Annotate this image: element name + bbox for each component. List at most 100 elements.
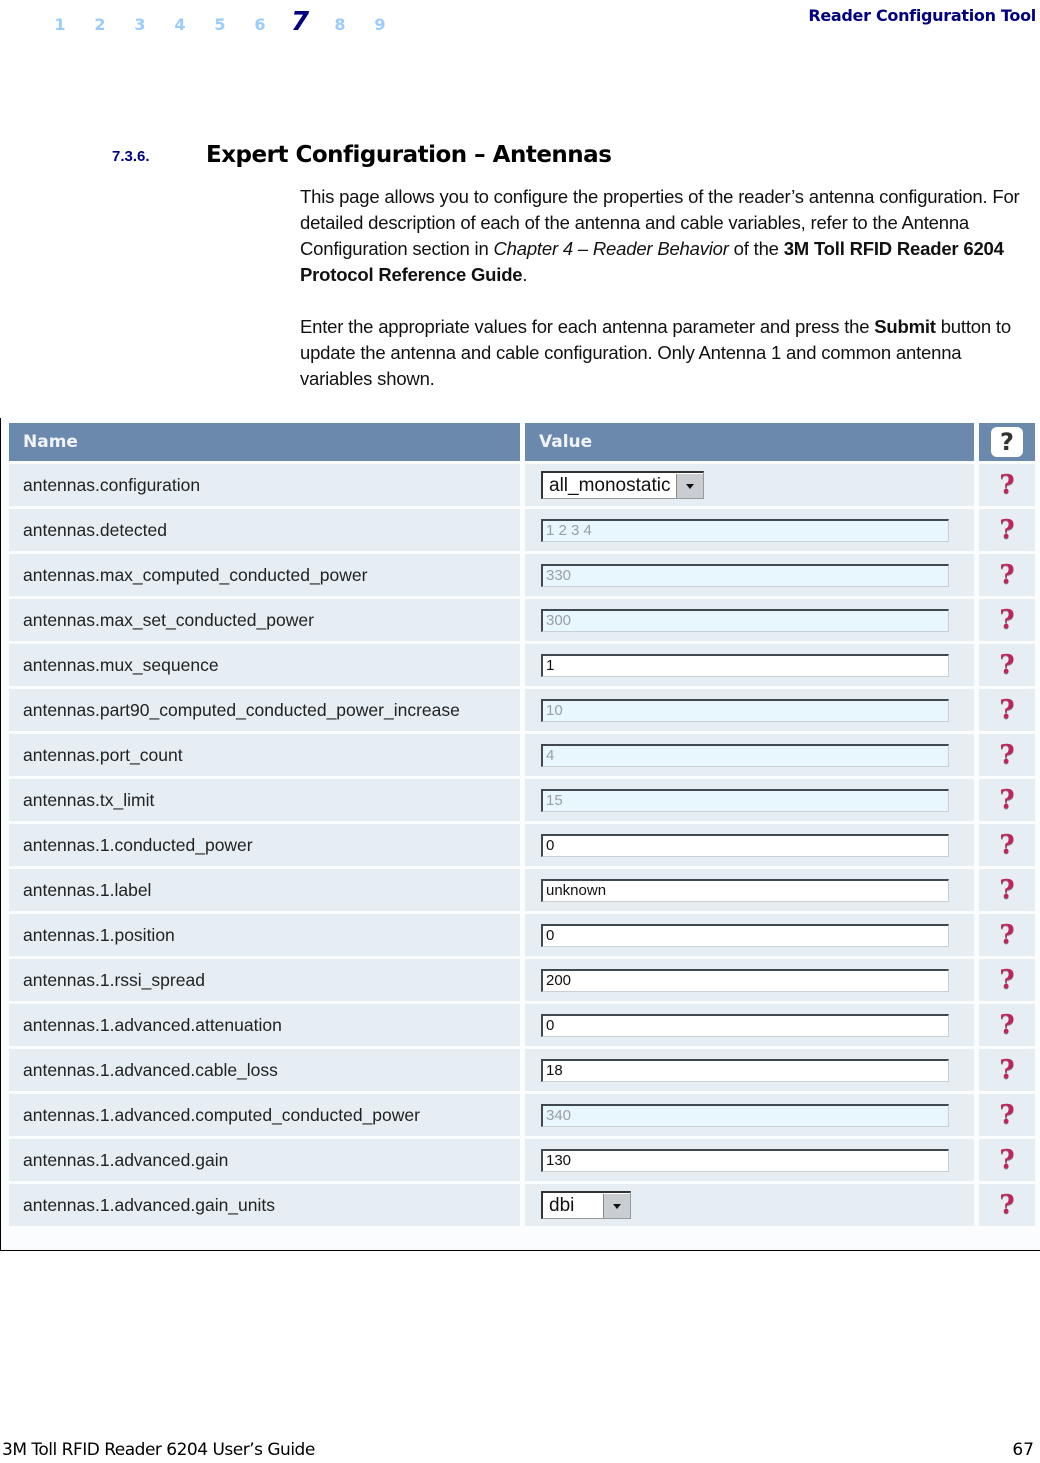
help-question-icon[interactable]: ? (999, 785, 1014, 815)
chapter-link[interactable]: 8 (320, 15, 360, 34)
parameter-value-cell: 340 (525, 1094, 974, 1136)
help-cell: ? (978, 734, 1035, 776)
help-question-icon[interactable]: ? (999, 830, 1014, 860)
chapter-link[interactable]: 6 (240, 15, 280, 34)
table-row: antennas.tx_limit 15? (9, 779, 1035, 821)
help-question-icon[interactable]: ? (999, 1055, 1014, 1085)
help-cell: ? (978, 959, 1035, 1001)
help-cell: ? (978, 824, 1035, 866)
page-number: 67 (1012, 1440, 1034, 1460)
chapter-link[interactable]: 2 (80, 15, 120, 34)
chapter-link-active[interactable]: 7 (280, 9, 320, 35)
parameter-name: antennas.port_count (9, 734, 520, 776)
parameter-value-cell: 1 (525, 644, 974, 686)
help-question-icon[interactable]: ? (999, 515, 1014, 545)
chapter-link[interactable]: 9 (360, 15, 400, 34)
parameter-value-cell: 10 (525, 689, 974, 731)
parameter-name: antennas.part90_computed_conducted_power… (9, 689, 520, 731)
parameter-name: antennas.detected (9, 509, 520, 551)
help-cell: ? (978, 779, 1035, 821)
chapter-link[interactable]: 5 (200, 15, 240, 34)
readonly-field: 15 (541, 788, 949, 812)
parameter-name: antennas.1.rssi_spread (9, 959, 520, 1001)
table-row: antennas.configuration all_monostatic? (9, 464, 1035, 506)
help-cell: ? (978, 554, 1035, 596)
help-question-icon[interactable]: ? (999, 470, 1014, 500)
parameter-value-cell: 200 (525, 959, 974, 1001)
parameter-input[interactable]: 0 (541, 923, 949, 947)
submit-reference: Submit (874, 316, 936, 337)
table-row: antennas.1.rssi_spread 200? (9, 959, 1035, 1001)
readonly-field: 330 (541, 563, 949, 587)
parameter-value-cell: 0 (525, 1004, 974, 1046)
parameter-input[interactable]: 18 (541, 1058, 949, 1082)
section-number: 7.3.6. (112, 148, 150, 165)
parameter-name: antennas.1.conducted_power (9, 824, 520, 866)
parameter-name: antennas.max_computed_conducted_power (9, 554, 520, 596)
parameter-name: antennas.tx_limit (9, 779, 520, 821)
readonly-field: 1 2 3 4 (541, 518, 949, 542)
help-cell: ? (978, 1049, 1035, 1091)
table-row: antennas.1.label unknown? (9, 869, 1035, 911)
help-question-icon[interactable]: ? (999, 920, 1014, 950)
help-question-icon[interactable]: ? (999, 1010, 1014, 1040)
parameter-name: antennas.1.position (9, 914, 520, 956)
help-question-icon[interactable]: ? (999, 560, 1014, 590)
help-question-icon[interactable]: ? (999, 965, 1014, 995)
help-question-icon[interactable]: ? (999, 650, 1014, 680)
parameter-value-cell: 0 (525, 914, 974, 956)
table-row: antennas.1.advanced.gain 130? (9, 1139, 1035, 1181)
parameter-name: antennas.1.advanced.attenuation (9, 1004, 520, 1046)
help-question-icon[interactable]: ? (999, 605, 1014, 635)
help-cell: ? (978, 599, 1035, 641)
help-cell: ? (978, 644, 1035, 686)
help-question-icon[interactable]: ? (999, 740, 1014, 770)
instruction-text: Enter the appropriate values for each an… (300, 316, 875, 337)
help-question-icon[interactable]: ? (999, 1190, 1014, 1220)
parameter-input[interactable]: unknown (541, 878, 949, 902)
parameter-value-cell: 15 (525, 779, 974, 821)
help-question-icon[interactable]: ? (999, 1100, 1014, 1130)
column-header-help: ? (978, 423, 1035, 461)
chapter-nav: 1 2 3 4 5 6 7 8 9 (40, 4, 400, 35)
help-cell: ? (978, 1094, 1035, 1136)
help-question-icon[interactable]: ? (999, 695, 1014, 725)
table-row: antennas.1.advanced.computed_conducted_p… (9, 1094, 1035, 1136)
parameter-value-cell: dbi (525, 1184, 974, 1226)
dropdown-arrow-icon[interactable] (603, 1193, 630, 1218)
footer-guide-title: 3M Toll RFID Reader 6204 User’s Guide (2, 1440, 315, 1460)
parameter-input[interactable]: 0 (541, 1013, 949, 1037)
parameter-name: antennas.mux_sequence (9, 644, 520, 686)
parameter-name: antennas.1.label (9, 869, 520, 911)
readonly-field: 4 (541, 743, 949, 767)
table-row: antennas.1.advanced.cable_loss 18? (9, 1049, 1035, 1091)
chapter-link[interactable]: 1 (40, 15, 80, 34)
parameter-input[interactable]: 200 (541, 968, 949, 992)
table-row: antennas.port_count 4? (9, 734, 1035, 776)
table-row: antennas.1.advanced.attenuation 0? (9, 1004, 1035, 1046)
dropdown-arrow-icon[interactable] (676, 473, 704, 498)
chapter-link[interactable]: 3 (120, 15, 160, 34)
parameter-name: antennas.max_set_conducted_power (9, 599, 520, 641)
parameter-input[interactable]: 1 (541, 653, 949, 677)
help-question-icon[interactable]: ? (999, 1145, 1014, 1175)
parameter-input[interactable]: 0 (541, 833, 949, 857)
select-value: all_monostatic (549, 474, 671, 496)
table-row: antennas.max_computed_conducted_power 330… (9, 554, 1035, 596)
parameter-value-cell: unknown (525, 869, 974, 911)
help-cell: ? (978, 1004, 1035, 1046)
intro-text: . (522, 264, 528, 285)
parameter-value-cell: 130 (525, 1139, 974, 1181)
table-row: antennas.1.advanced.gain_units dbi? (9, 1184, 1035, 1226)
table-row: antennas.1.position 0? (9, 914, 1035, 956)
parameter-select[interactable]: all_monostatic (541, 471, 705, 499)
help-question-icon[interactable]: ? (999, 875, 1014, 905)
parameter-input[interactable]: 130 (541, 1148, 949, 1172)
table-row: antennas.detected 1 2 3 4? (9, 509, 1035, 551)
chapter-link[interactable]: 4 (160, 15, 200, 34)
parameter-select[interactable]: dbi (541, 1191, 631, 1219)
help-header-icon[interactable]: ? (990, 427, 1023, 457)
parameter-value-cell: 330 (525, 554, 974, 596)
intro-paragraph: This page allows you to configure the pr… (300, 184, 1032, 288)
help-cell: ? (978, 689, 1035, 731)
